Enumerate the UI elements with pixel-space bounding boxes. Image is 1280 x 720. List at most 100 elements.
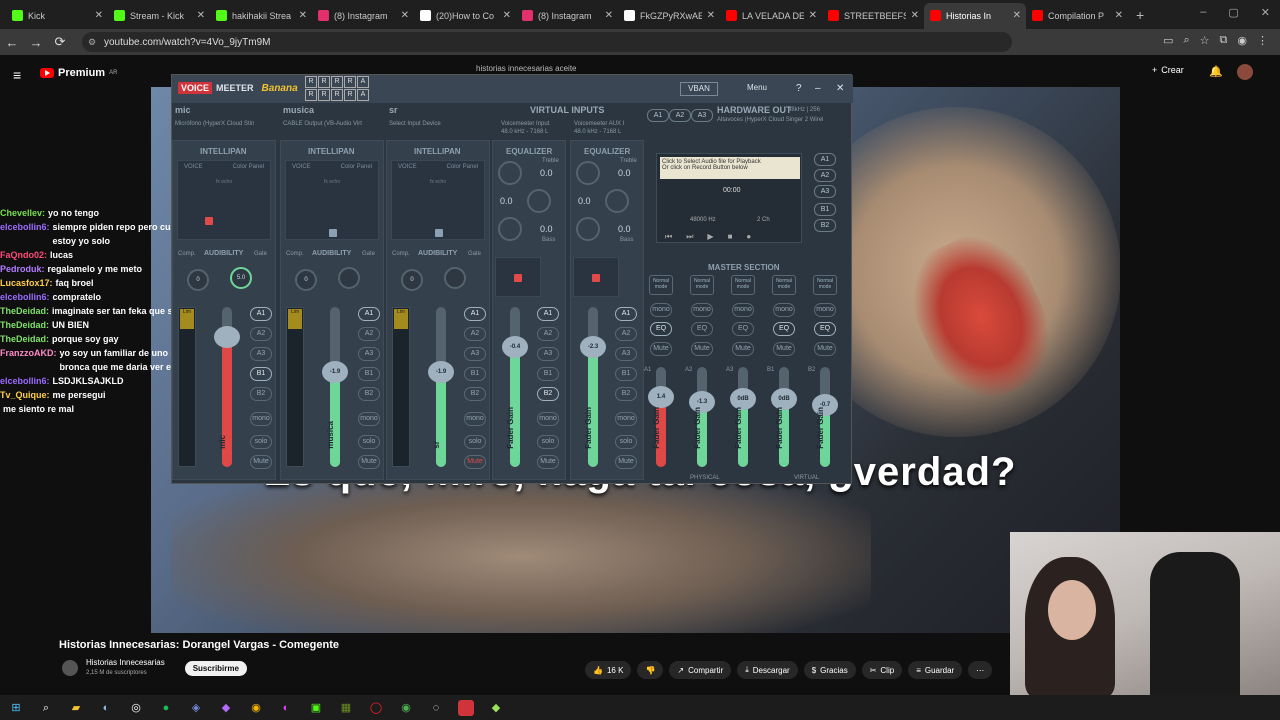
mono-button[interactable]: mono <box>537 412 559 426</box>
comp-knob[interactable]: 0 <box>401 269 423 291</box>
master-eq-button[interactable]: EQ <box>814 322 836 336</box>
help-icon[interactable]: ? <box>796 83 802 94</box>
master-mute-button[interactable]: Mute <box>732 342 754 356</box>
input-3-device[interactable]: Select Input Device <box>389 121 441 127</box>
chat-username[interactable]: TheDeidad: <box>0 318 49 332</box>
bus-a3-button[interactable]: A3 <box>358 347 380 361</box>
tab-close-icon[interactable]: ✕ <box>605 10 613 21</box>
profile-icon[interactable]: ◉ <box>1237 34 1247 47</box>
minimize-window-icon[interactable]: – <box>1200 6 1206 19</box>
master-mute-button[interactable]: Mute <box>691 342 713 356</box>
browser-tab[interactable]: Historias In ✕ <box>924 2 1026 29</box>
subscribe-button[interactable]: Suscribirme <box>184 660 247 676</box>
forward-icon[interactable]: → <box>24 35 48 50</box>
mono-button[interactable]: mono <box>250 412 272 426</box>
back-icon[interactable]: ← <box>0 35 24 50</box>
master-mute-button[interactable]: Mute <box>814 342 836 356</box>
chat-username[interactable]: elcebollin6: <box>0 290 50 304</box>
bus-a2-button[interactable]: A2 <box>358 327 380 341</box>
dislike-button[interactable]: 👎 <box>637 661 664 679</box>
play-icon[interactable]: ▶ <box>707 232 713 242</box>
master-fader[interactable]: 0dB Fader Gain <box>771 367 797 467</box>
app-3-icon[interactable]: ◆ <box>488 700 504 716</box>
input-2-name[interactable]: musica <box>283 105 314 115</box>
solo-button[interactable]: solo <box>615 435 637 449</box>
rec-a1-button[interactable]: A1 <box>814 153 836 166</box>
master-eq-button[interactable]: EQ <box>650 322 672 336</box>
browser-tab[interactable]: STREETBEEFS ✕ <box>822 3 924 29</box>
browser-tab[interactable]: (8) Instagram ✕ <box>516 3 618 29</box>
reload-icon[interactable]: ⟳ <box>48 34 72 50</box>
browser-tab[interactable]: LA VELADA DE ✕ <box>720 3 822 29</box>
intellipan-pad[interactable]: VOICE Color Panel fx echo <box>177 160 271 240</box>
input-3-name[interactable]: sr <box>389 105 398 115</box>
file-explorer-icon[interactable]: ▰ <box>68 700 84 716</box>
bus-a2-button[interactable]: A2 <box>537 327 559 341</box>
master-fader[interactable]: 1.4 Fader Gain <box>648 367 674 467</box>
tab-close-icon[interactable]: ✕ <box>299 10 307 21</box>
gate-knob[interactable] <box>444 267 466 289</box>
mute-button[interactable]: Mute <box>615 455 637 469</box>
strip-fader[interactable]: -1.9 sr <box>428 307 454 467</box>
pan-position-dot[interactable] <box>435 229 443 237</box>
menu-button[interactable]: Menu <box>732 82 782 96</box>
clip-button[interactable]: ✂ Clip <box>861 661 903 679</box>
normal-mode-button[interactable]: Normal mode <box>772 275 796 295</box>
solo-button[interactable]: solo <box>464 435 486 449</box>
mono-button[interactable]: mono <box>358 412 380 426</box>
youtube-logo[interactable]: Premium AR <box>40 67 117 79</box>
chat-username[interactable]: TheDeidad: <box>0 332 49 346</box>
fader-knob[interactable] <box>214 326 240 348</box>
chat-username[interactable]: FranzzoAKD: <box>0 346 57 374</box>
bus-b2-button[interactable]: B2 <box>464 387 486 401</box>
bus-b1-button[interactable]: B1 <box>537 367 559 381</box>
minimize-icon[interactable]: – <box>815 83 821 94</box>
browser-tab[interactable]: Kick ✕ <box>6 3 108 29</box>
mute-button[interactable]: Mute <box>250 455 272 469</box>
hw-a3-button[interactable]: A3 <box>691 109 713 122</box>
mono-button[interactable]: mono <box>464 412 486 426</box>
solo-button[interactable]: solo <box>250 435 272 449</box>
bus-b1-button[interactable]: B1 <box>615 367 637 381</box>
bus-a1-button[interactable]: A1 <box>615 307 637 321</box>
discord-icon[interactable]: ◈ <box>188 700 204 716</box>
comp-knob[interactable]: 0 <box>295 269 317 291</box>
minecraft-icon[interactable]: ▦ <box>338 700 354 716</box>
tab-close-icon[interactable]: ✕ <box>197 10 205 21</box>
hardware-out-device[interactable]: Altavoces (HyperX Cloud Singer 2 Wirel <box>717 117 823 123</box>
master-mono-button[interactable]: mono <box>814 303 836 317</box>
avatar[interactable] <box>1237 64 1253 80</box>
rec-b1-button[interactable]: B1 <box>814 203 836 216</box>
browser-tab[interactable]: Stream - Kick ✕ <box>108 3 210 29</box>
normal-mode-button[interactable]: Normal mode <box>813 275 837 295</box>
chat-username[interactable]: Chevellev: <box>0 206 45 220</box>
vs-icon[interactable]: ◆ <box>218 700 234 716</box>
extensions-icon[interactable]: ⧉ <box>1220 34 1228 47</box>
input-1-device[interactable]: Micrófono (HyperX Cloud Stin <box>175 121 254 127</box>
menu-icon[interactable]: ≡ <box>13 67 21 83</box>
maximize-window-icon[interactable]: ▢ <box>1228 6 1238 19</box>
master-mono-button[interactable]: mono <box>732 303 754 317</box>
bookmark-star-icon[interactable]: ☆ <box>1200 34 1210 47</box>
chat-username[interactable]: FaQndo02: <box>0 248 47 262</box>
strip-fader[interactable]: -0.4 Fader Gain <box>502 307 528 467</box>
normal-mode-button[interactable]: Normal mode <box>731 275 755 295</box>
browser-tab[interactable]: FkGZPyRXwAE ✕ <box>618 3 720 29</box>
master-eq-button[interactable]: EQ <box>691 322 713 336</box>
fader-knob[interactable]: -1.9 <box>322 361 348 383</box>
gate-knob[interactable] <box>338 267 360 289</box>
comp-knob[interactable]: 0 <box>187 269 209 291</box>
search-icon[interactable]: ⌕ <box>38 700 54 716</box>
close-icon[interactable]: ✕ <box>836 83 844 94</box>
kick-icon[interactable]: ▣ <box>308 700 324 716</box>
virtual-input-2-name[interactable]: Voicemeeter AUX I <box>574 121 624 127</box>
strip-fader[interactable]: -2.3 Fader Gain <box>580 307 606 467</box>
record-icon[interactable]: ● <box>746 232 751 242</box>
mute-button[interactable]: Mute <box>537 455 559 469</box>
bus-a3-button[interactable]: A3 <box>615 347 637 361</box>
master-mute-button[interactable]: Mute <box>773 342 795 356</box>
strip-fader[interactable]: mic <box>214 307 240 467</box>
bus-a1-button[interactable]: A1 <box>537 307 559 321</box>
bus-b2-button[interactable]: B2 <box>250 387 272 401</box>
bus-a2-button[interactable]: A2 <box>464 327 486 341</box>
